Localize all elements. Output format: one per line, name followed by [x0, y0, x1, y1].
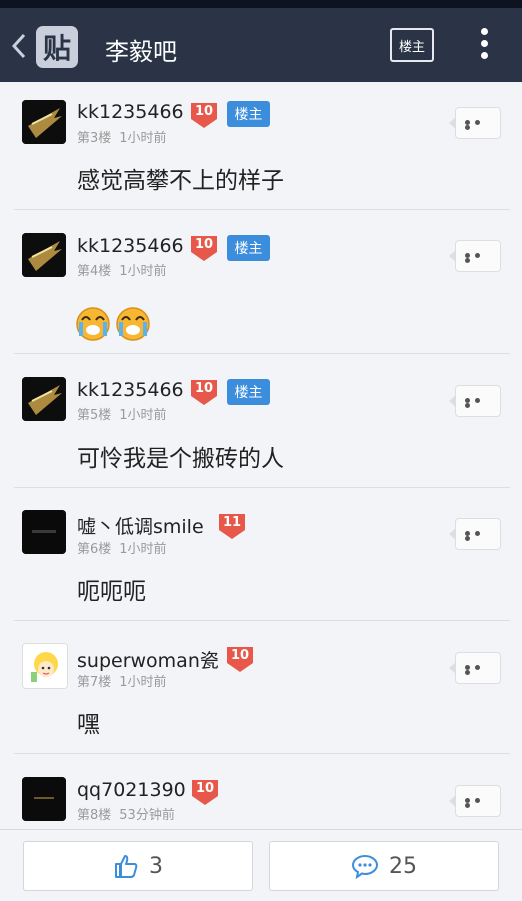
emoji-row	[75, 306, 155, 342]
page-title: 李毅吧	[105, 38, 177, 66]
avatar[interactable]	[22, 377, 66, 421]
avatar[interactable]	[22, 510, 66, 554]
ellipsis-icon	[465, 120, 493, 130]
post-more-button[interactable]	[449, 385, 501, 417]
post-meta: 第3楼 1小时前	[77, 127, 167, 146]
avatar[interactable]	[22, 100, 66, 144]
username[interactable]: kk1235466	[77, 235, 184, 257]
post-more-button[interactable]	[449, 785, 501, 817]
divider	[14, 753, 510, 754]
post-meta: 第6楼 1小时前	[77, 538, 167, 557]
divider	[14, 620, 510, 621]
bottom-action-bar: 3 25	[0, 829, 522, 901]
op-badge: 楼主	[227, 101, 270, 127]
post-more-button[interactable]	[449, 518, 501, 550]
comment-bubble-icon	[351, 854, 379, 879]
post-content: 嘿	[77, 712, 100, 738]
floor-number: 第7楼	[77, 675, 112, 690]
level-badge: 10	[189, 101, 219, 129]
floor-number: 第6楼	[77, 542, 112, 557]
forum-logo[interactable]: 贴	[36, 26, 78, 68]
post-content: 可怜我是个搬砖的人	[77, 446, 284, 472]
reply-count: 25	[389, 853, 417, 879]
avatar[interactable]	[22, 643, 68, 689]
post-time: 53分钟前	[119, 808, 175, 823]
post-meta: 第5楼 1小时前	[77, 404, 167, 423]
floor-number: 第8楼	[77, 808, 112, 823]
post-meta: 第4楼 1小时前	[77, 260, 167, 279]
op-only-button[interactable]: 楼主	[390, 28, 434, 62]
op-badge: 楼主	[227, 379, 270, 405]
divider	[14, 209, 510, 210]
post-more-button[interactable]	[449, 652, 501, 684]
post-time: 1小时前	[119, 408, 167, 423]
ellipsis-icon	[465, 398, 493, 408]
post-time: 1小时前	[119, 264, 167, 279]
post-content: 呃呃呃	[77, 579, 146, 605]
username[interactable]: kk1235466	[77, 379, 184, 401]
thumbs-up-icon	[115, 855, 138, 878]
post-meta: 第7楼 1小时前	[77, 671, 167, 690]
post-content: 感觉高攀不上的样子	[77, 168, 284, 194]
like-count: 3	[149, 853, 163, 879]
post-time: 1小时前	[119, 542, 167, 557]
level-badge: 10	[189, 234, 219, 262]
level-badge: 10	[225, 645, 255, 673]
username[interactable]: superwoman瓷	[77, 646, 219, 673]
like-button[interactable]: 3	[23, 841, 253, 891]
title-bar: 贴 李毅吧 楼主	[0, 8, 522, 82]
floor-number: 第4楼	[77, 264, 112, 279]
avatar[interactable]	[22, 777, 66, 821]
username[interactable]: qq7021390	[77, 779, 186, 801]
level-badge: 11	[217, 512, 247, 540]
divider	[14, 353, 510, 354]
op-badge: 楼主	[227, 235, 270, 261]
ellipsis-icon	[465, 665, 493, 675]
username[interactable]: kk1235466	[77, 101, 184, 123]
more-vertical-icon[interactable]	[480, 28, 488, 68]
post-more-button[interactable]	[449, 240, 501, 272]
floor-number: 第5楼	[77, 408, 112, 423]
post-meta: 第8楼 53分钟前	[77, 804, 175, 823]
reply-button[interactable]: 25	[269, 841, 499, 891]
ellipsis-icon	[465, 253, 493, 263]
avatar[interactable]	[22, 233, 66, 277]
username[interactable]: 嘘丶低调smile	[77, 512, 204, 539]
back-chevron-icon[interactable]	[10, 32, 28, 60]
ellipsis-icon	[465, 531, 493, 541]
post-time: 1小时前	[119, 675, 167, 690]
level-badge: 10	[190, 778, 220, 806]
ellipsis-icon	[465, 798, 493, 808]
crying-face-emoji	[76, 307, 110, 341]
level-badge: 10	[189, 378, 219, 406]
status-bar	[0, 0, 522, 8]
post-more-button[interactable]	[449, 107, 501, 139]
floor-number: 第3楼	[77, 131, 112, 146]
post-time: 1小时前	[119, 131, 167, 146]
crying-face-emoji	[116, 307, 150, 341]
divider	[14, 487, 510, 488]
